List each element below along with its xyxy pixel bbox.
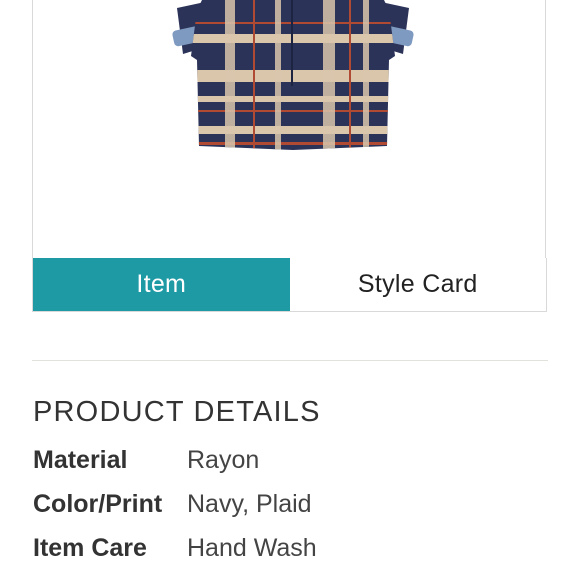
detail-label: Item Care [33, 533, 147, 562]
detail-label: Color/Print [33, 489, 163, 518]
detail-value: Hand Wash [187, 533, 317, 562]
detail-row-material: Material Rayon [33, 445, 259, 475]
detail-label: Material [33, 445, 128, 474]
detail-row-color-print: Color/Print Navy, Plaid [33, 489, 312, 519]
product-image-frame [32, 0, 546, 258]
item-tabs: Item Style Card [32, 258, 547, 312]
detail-row-item-care: Item Care Hand Wash [33, 533, 317, 563]
product-page: Item Style Card PRODUCT DETAILS Material… [0, 0, 580, 580]
detail-value: Navy, Plaid [187, 489, 312, 518]
tab-style-card-label: Style Card [357, 270, 478, 298]
tab-item[interactable]: Item [33, 258, 290, 311]
tab-item-label: Item [136, 270, 187, 298]
tab-style-card[interactable]: Style Card [289, 258, 546, 311]
section-divider [32, 360, 548, 361]
detail-value: Rayon [187, 445, 260, 474]
product-image[interactable] [163, 0, 423, 156]
product-details-heading: PRODUCT DETAILS [33, 396, 321, 428]
